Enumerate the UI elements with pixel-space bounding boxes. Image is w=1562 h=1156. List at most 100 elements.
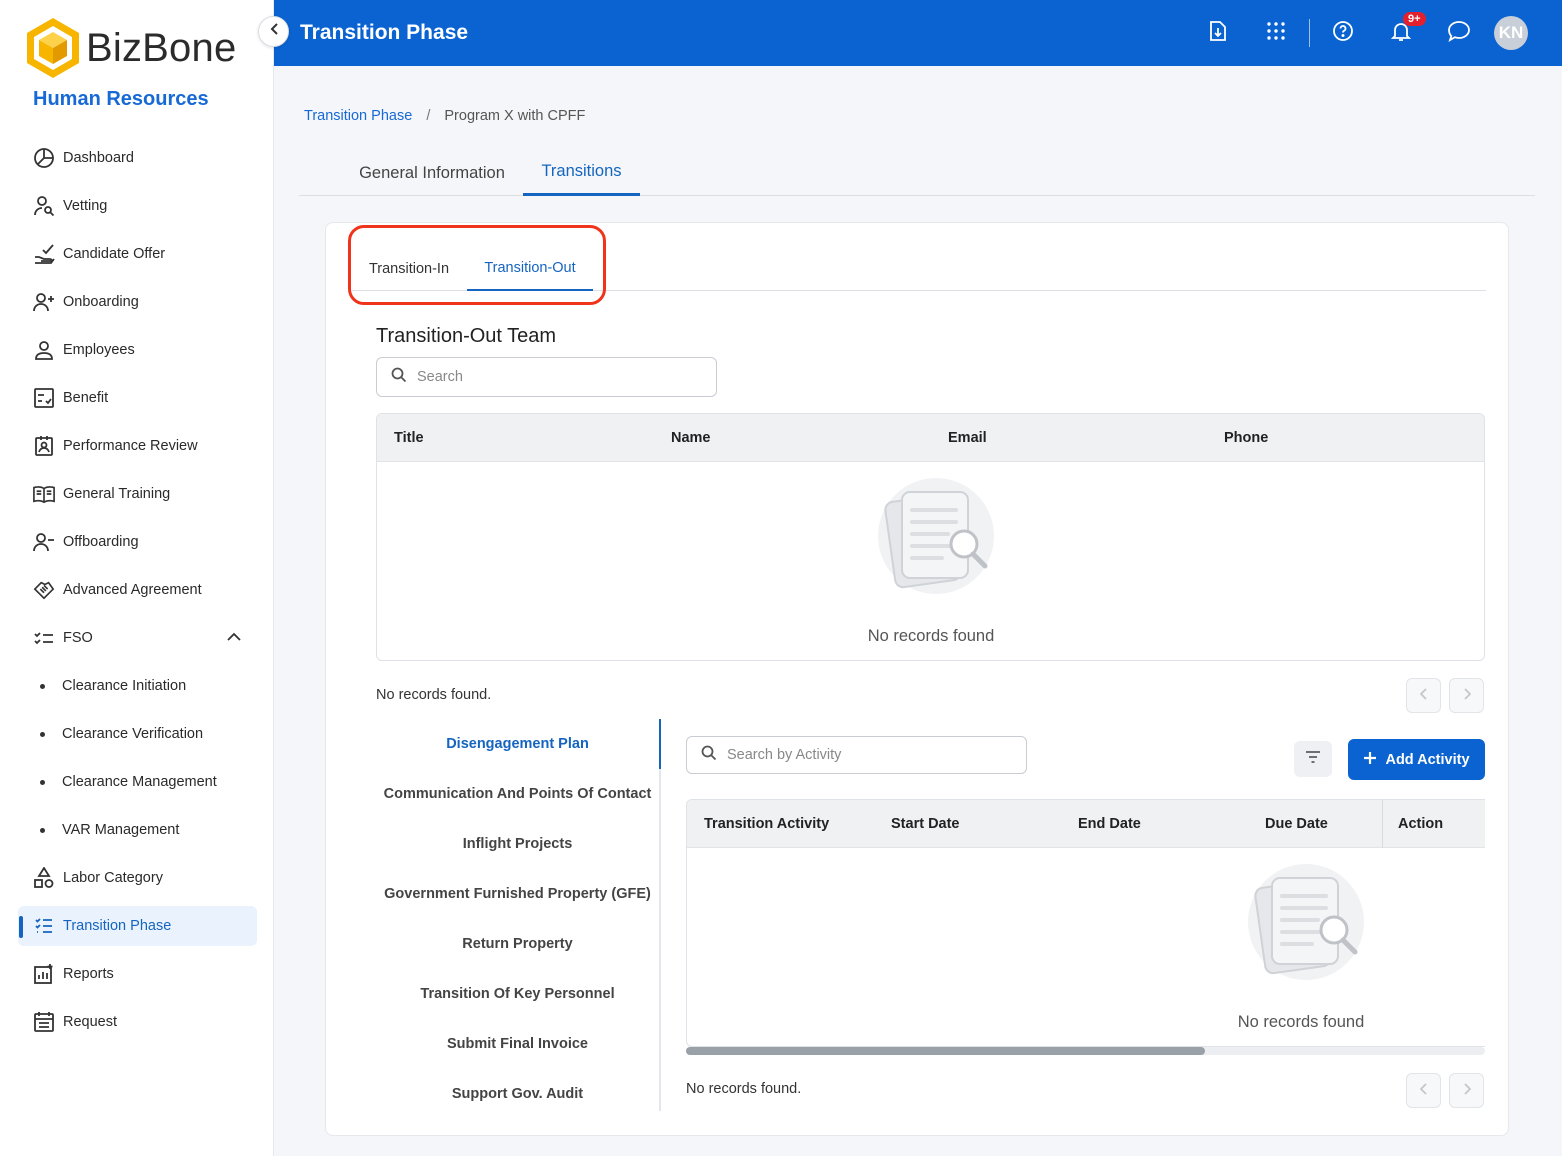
activity-pagination	[1406, 1073, 1484, 1108]
sidebar-nav: Dashboard Vetting Candidate Offer Onboar…	[0, 134, 274, 1046]
apps-grid-button[interactable]	[1247, 0, 1305, 66]
filter-button[interactable]	[1294, 741, 1332, 777]
empty-state: No records found	[1187, 864, 1415, 1032]
download-file-button[interactable]	[1189, 0, 1247, 66]
sidebar-item-clearance-verification[interactable]: Clearance Verification	[0, 710, 274, 758]
chevron-right-icon	[1463, 687, 1471, 705]
section-disengagement-plan[interactable]: Disengagement Plan	[376, 719, 659, 769]
search-icon	[391, 367, 407, 388]
sidebar-item-general-training[interactable]: General Training	[0, 470, 274, 518]
add-activity-label: Add Activity	[1385, 751, 1470, 768]
column-header-end-date[interactable]: End Date	[1078, 816, 1141, 832]
sidebar-item-vetting[interactable]: Vetting	[0, 182, 274, 230]
scrollbar-thumb[interactable]	[686, 1047, 1205, 1055]
tab-transition-in[interactable]: Transition-In	[352, 247, 466, 291]
prev-page-button[interactable]	[1406, 678, 1441, 713]
sidebar-collapse-button[interactable]	[258, 16, 289, 47]
activity-table: Transition Activity Start Date End Date …	[686, 799, 1485, 1047]
activity-search-input[interactable]	[727, 747, 987, 763]
chevron-right-icon	[1463, 1082, 1471, 1100]
tab-transitions[interactable]: Transitions	[523, 150, 640, 196]
empty-state: No records found	[817, 478, 1045, 646]
horizontal-scrollbar[interactable]	[686, 1047, 1485, 1055]
column-header-phone[interactable]: Phone	[1224, 430, 1268, 446]
section-government-property[interactable]: Government Furnished Property (GFE)	[376, 869, 659, 919]
sidebar-item-performance-review[interactable]: Performance Review	[0, 422, 274, 470]
section-gov-audit[interactable]: Support Gov. Audit	[376, 1069, 659, 1119]
sidebar-item-reports[interactable]: Reports	[0, 950, 274, 998]
sidebar-item-var-management[interactable]: VAR Management	[0, 806, 274, 854]
checklist-box-icon	[33, 387, 55, 409]
section-inflight-projects[interactable]: Inflight Projects	[376, 819, 659, 869]
sidebar-item-transition-phase[interactable]: Transition Phase	[18, 906, 257, 946]
sidebar-item-benefit[interactable]: Benefit	[0, 374, 274, 422]
column-header-activity[interactable]: Transition Activity	[704, 816, 829, 832]
help-button[interactable]	[1314, 0, 1372, 66]
handshake-icon	[33, 579, 55, 601]
list-icon	[33, 915, 55, 937]
sidebar-item-label: Reports	[63, 966, 114, 982]
column-header-start-date[interactable]: Start Date	[891, 816, 960, 832]
bullet-icon	[40, 731, 45, 737]
activity-search-box	[686, 736, 1027, 774]
column-header-name[interactable]: Name	[671, 430, 711, 446]
sidebar-item-offboarding[interactable]: Offboarding	[0, 518, 274, 566]
sidebar-item-employees[interactable]: Employees	[0, 326, 274, 374]
sidebar-item-fso[interactable]: FSO	[0, 614, 274, 662]
add-activity-button[interactable]: Add Activity	[1348, 739, 1485, 780]
chevron-up-icon[interactable]	[226, 630, 242, 646]
team-search-box	[376, 357, 717, 397]
breadcrumb-root-link[interactable]: Transition Phase	[304, 108, 412, 124]
notifications-button[interactable]: 9+	[1372, 0, 1430, 66]
sidebar-item-advanced-agreement[interactable]: Advanced Agreement	[0, 566, 274, 614]
bullet-icon	[40, 827, 45, 833]
sidebar: BizBone Human Resources Dashboard Vettin…	[0, 0, 274, 1156]
sidebar-item-labor-category[interactable]: Labor Category	[0, 854, 274, 902]
tab-transition-out[interactable]: Transition-Out	[467, 247, 593, 291]
sidebar-item-request[interactable]: Request	[0, 998, 274, 1046]
chevron-left-icon	[1419, 1082, 1428, 1100]
brand-logo: BizBone	[24, 16, 236, 80]
sidebar-item-label: Labor Category	[63, 870, 163, 886]
sidebar-item-label: Onboarding	[63, 294, 139, 310]
section-final-invoice[interactable]: Submit Final Invoice	[376, 1019, 659, 1069]
column-divider	[1382, 800, 1383, 848]
user-plus-icon	[33, 291, 55, 313]
column-header-title[interactable]: Title	[394, 430, 424, 446]
next-page-button[interactable]	[1449, 678, 1484, 713]
tab-general-information[interactable]: General Information	[339, 150, 525, 196]
prev-page-button[interactable]	[1406, 1073, 1441, 1108]
team-search-input[interactable]	[417, 369, 677, 385]
chat-button[interactable]	[1430, 0, 1488, 66]
sidebar-item-label: General Training	[63, 486, 171, 502]
breadcrumb-current: Program X with CPFF	[444, 108, 586, 124]
column-header-action[interactable]: Action	[1398, 816, 1443, 832]
user-avatar[interactable]: KN	[1494, 16, 1528, 50]
chart-icon	[33, 963, 55, 985]
cube-logo-icon	[27, 18, 79, 78]
file-download-icon	[1208, 20, 1228, 47]
empty-documents-icon	[1236, 864, 1366, 993]
bullet-icon	[40, 779, 45, 785]
section-communication[interactable]: Communication And Points Of Contact	[376, 769, 659, 819]
section-key-personnel[interactable]: Transition Of Key Personnel	[376, 969, 659, 1019]
badge-review-icon	[33, 435, 55, 457]
section-return-property[interactable]: Return Property	[376, 919, 659, 969]
user-search-icon	[33, 195, 55, 217]
breadcrumb-separator: /	[426, 108, 431, 124]
next-page-button[interactable]	[1449, 1073, 1484, 1108]
user-icon	[33, 339, 55, 361]
section-title: Transition-Out Team	[376, 325, 557, 347]
sidebar-item-candidate-offer[interactable]: Candidate Offer	[0, 230, 274, 278]
sidebar-item-dashboard[interactable]: Dashboard	[0, 134, 274, 182]
sidebar-item-clearance-management[interactable]: Clearance Management	[0, 758, 274, 806]
top-bar-actions: 9+ KN	[1189, 0, 1562, 66]
plus-icon	[1363, 751, 1377, 769]
sidebar-item-onboarding[interactable]: Onboarding	[0, 278, 274, 326]
column-header-due-date[interactable]: Due Date	[1265, 816, 1328, 832]
page-title: Transition Phase	[300, 21, 469, 44]
module-title: Human Resources	[33, 88, 209, 110]
sidebar-item-clearance-initiation[interactable]: Clearance Initiation	[0, 662, 274, 710]
column-header-email[interactable]: Email	[948, 430, 987, 446]
sidebar-item-label: Dashboard	[63, 150, 134, 166]
